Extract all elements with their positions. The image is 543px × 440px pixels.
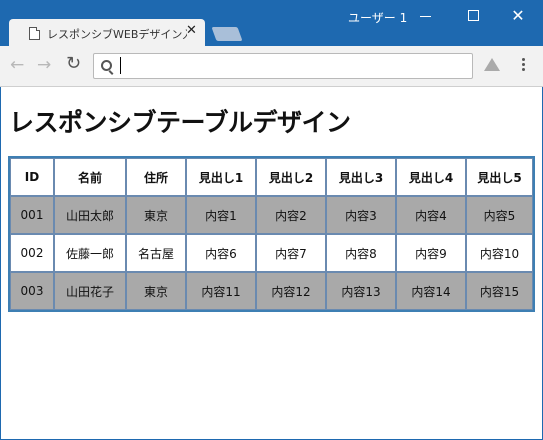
table-cell: 内容4 <box>396 196 466 234</box>
table-cell: 山田太郎 <box>54 196 126 234</box>
profile-name[interactable]: ユーザー 1 <box>348 9 407 26</box>
minimize-icon <box>420 16 431 17</box>
header-cell: 見出し5 <box>466 158 533 196</box>
header-cell: 見出し2 <box>256 158 326 196</box>
maximize-icon <box>468 10 479 21</box>
text-caret <box>120 57 121 74</box>
browser-tab[interactable]: レスポンシブWEBデザイン入門 ✕ <box>9 19 205 47</box>
close-window-button[interactable]: ✕ <box>503 6 533 26</box>
header-cell: 見出し4 <box>396 158 466 196</box>
table-cell: 内容5 <box>466 196 533 234</box>
title-bar: ユーザー 1 ✕ レスポンシブWEBデザイン入門 ✕ <box>0 0 543 47</box>
maximize-button[interactable] <box>458 6 488 26</box>
table-cell: 内容14 <box>396 272 466 310</box>
page-content: レスポンシブテーブルデザイン ID 名前 住所 見出し1 見出し2 見出し3 見… <box>1 87 542 439</box>
new-tab-button[interactable] <box>211 27 243 41</box>
table-cell: 内容2 <box>256 196 326 234</box>
table-cell: 001 <box>10 196 54 234</box>
minimize-button[interactable] <box>411 6 441 26</box>
reload-button[interactable]: ↻ <box>66 53 81 74</box>
tab-close-button[interactable]: ✕ <box>186 23 197 38</box>
page-title: レスポンシブテーブルデザイン <box>9 108 351 137</box>
forward-button[interactable]: → <box>37 55 51 75</box>
table-cell: 内容6 <box>186 234 256 272</box>
table-cell: 内容1 <box>186 196 256 234</box>
table-cell: 東京 <box>126 196 186 234</box>
search-icon <box>101 60 112 71</box>
table-row: 002 佐藤一郎 名古屋 内容6 内容7 内容8 内容9 内容10 <box>10 234 533 272</box>
table-cell: 内容9 <box>396 234 466 272</box>
header-cell: 見出し3 <box>326 158 396 196</box>
address-input[interactable] <box>120 57 460 74</box>
table-cell: 内容15 <box>466 272 533 310</box>
table-cell: 東京 <box>126 272 186 310</box>
table-row: 003 山田花子 東京 内容11 内容12 内容13 内容14 内容15 <box>10 272 533 310</box>
address-bar[interactable] <box>93 53 473 79</box>
back-button[interactable]: ← <box>10 55 24 75</box>
table-cell: 内容13 <box>326 272 396 310</box>
table-cell: 佐藤一郎 <box>54 234 126 272</box>
file-icon <box>29 27 40 40</box>
header-cell: 名前 <box>54 158 126 196</box>
table-cell: 内容12 <box>256 272 326 310</box>
header-cell: 住所 <box>126 158 186 196</box>
table-cell: 002 <box>10 234 54 272</box>
browser-toolbar: ← → ↻ <box>0 46 543 87</box>
header-cell: 見出し1 <box>186 158 256 196</box>
table-cell: 名古屋 <box>126 234 186 272</box>
header-cell: ID <box>10 158 54 196</box>
table-cell: 山田花子 <box>54 272 126 310</box>
tab-title: レスポンシブWEBデザイン入門 <box>47 28 187 41</box>
table-row: 001 山田太郎 東京 内容1 内容2 内容3 内容4 内容5 <box>10 196 533 234</box>
table-cell: 内容11 <box>186 272 256 310</box>
table-cell: 003 <box>10 272 54 310</box>
table-cell: 内容10 <box>466 234 533 272</box>
table-cell: 内容8 <box>326 234 396 272</box>
table-cell: 内容3 <box>326 196 396 234</box>
data-table: ID 名前 住所 見出し1 見出し2 見出し3 見出し4 見出し5 001 山田… <box>8 156 535 312</box>
table-header-row: ID 名前 住所 見出し1 見出し2 見出し3 見出し4 見出し5 <box>10 158 533 196</box>
drive-icon[interactable] <box>484 58 500 71</box>
menu-icon[interactable] <box>522 58 525 73</box>
table-cell: 内容7 <box>256 234 326 272</box>
